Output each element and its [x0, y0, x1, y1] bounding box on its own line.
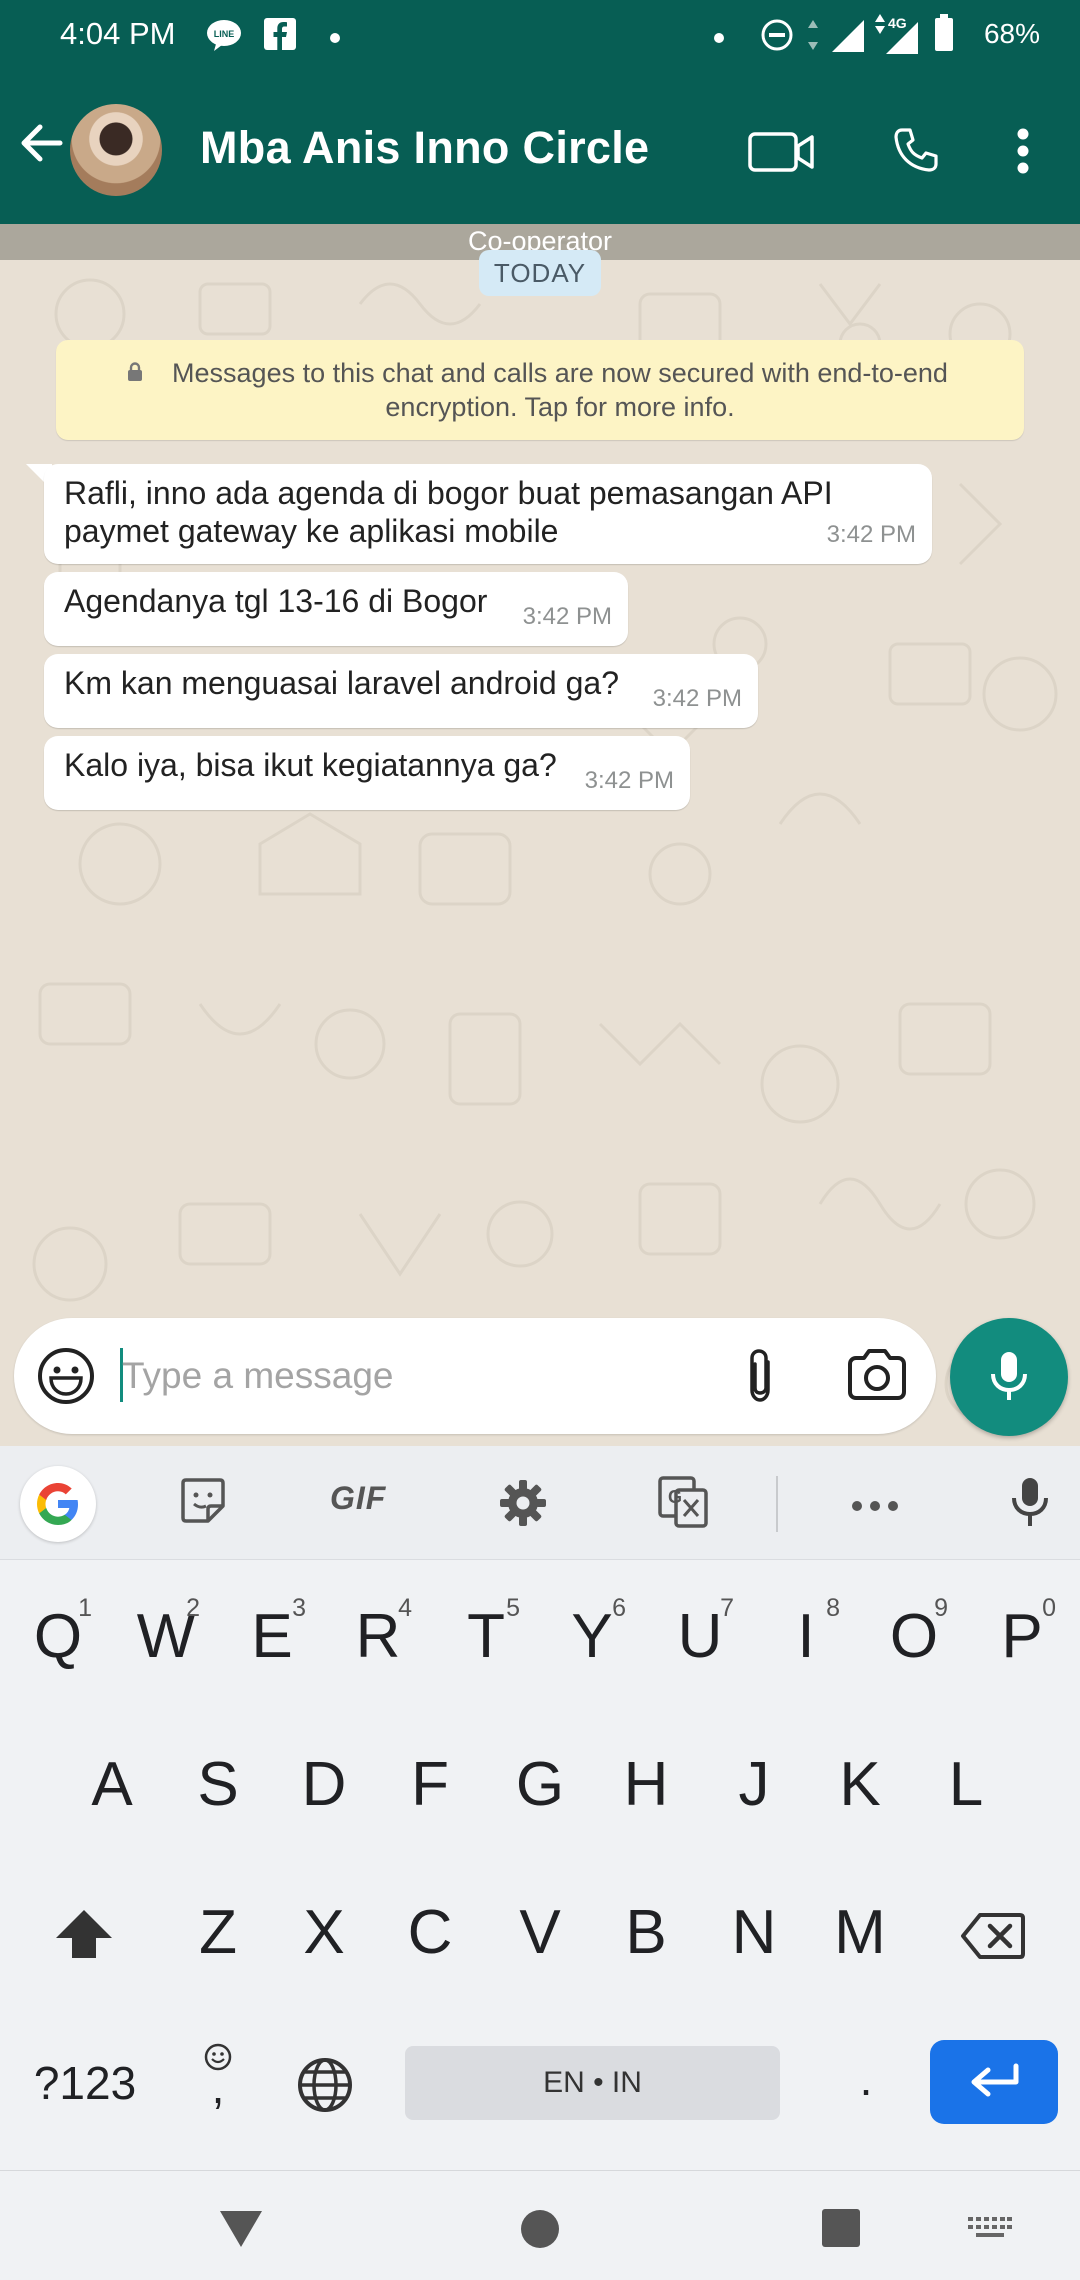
key-n[interactable]: N: [722, 1902, 786, 1964]
message-bubble[interactable]: Agendanya tgl 13-16 di Bogor 3:42 PM: [44, 572, 628, 646]
message-bubble[interactable]: Km kan menguasai laravel android ga? 3:4…: [44, 654, 758, 728]
key-h[interactable]: H: [614, 1754, 678, 1816]
signal-icon: [830, 18, 866, 59]
symbols-key[interactable]: ?123: [30, 2056, 140, 2110]
enter-key[interactable]: [930, 2040, 1058, 2124]
line-notification-icon: LINE: [206, 18, 242, 57]
keyboard-mic-icon[interactable]: [1010, 1476, 1050, 1535]
chat-header: Mba Anis Inno Circle: [0, 78, 1080, 224]
message-time: 3:42 PM: [652, 685, 742, 712]
key-j[interactable]: J: [722, 1754, 786, 1816]
key-c[interactable]: C: [398, 1902, 462, 1964]
signal-4g-icon: 4G: [868, 14, 922, 61]
key-v[interactable]: V: [508, 1902, 572, 1964]
toolbar-separator: [776, 1476, 778, 1532]
key-p[interactable]: P0: [990, 1594, 1056, 1668]
sticker-icon[interactable]: [180, 1476, 226, 1529]
key-d[interactable]: D: [292, 1754, 356, 1816]
message-text: Kalo iya, bisa ikut kegiatannya ga?: [64, 747, 557, 783]
notification-dot-icon: [714, 30, 724, 48]
contact-name[interactable]: Mba Anis Inno Circle: [200, 122, 649, 174]
enter-arrow-icon: [971, 2063, 1019, 2097]
key-g[interactable]: G: [508, 1754, 572, 1816]
comma-emoji-key[interactable]: ,: [196, 2042, 240, 2110]
message-input[interactable]: [122, 1340, 722, 1412]
settings-gear-icon[interactable]: [498, 1478, 548, 1533]
key-y[interactable]: Y6: [560, 1594, 626, 1668]
status-bar: 4:04 PM LINE 4G 68%: [0, 0, 1080, 78]
key-w[interactable]: W2: [134, 1594, 200, 1668]
key-o[interactable]: O9: [882, 1594, 948, 1668]
shift-key-icon[interactable]: [52, 1906, 116, 1967]
message-composer: [14, 1318, 936, 1434]
do-not-disturb-icon: [760, 18, 794, 57]
key-f[interactable]: F: [398, 1754, 462, 1816]
keyboard-toolbar: GIF G: [0, 1446, 1080, 1560]
keyboard: GIF G Q1 W2 E3 R4 T5 Y6 U7 I8 O9 P0 A S …: [0, 1446, 1080, 2170]
date-chip: TODAY: [479, 250, 601, 296]
spacebar[interactable]: EN • IN: [405, 2046, 780, 2120]
svg-text:G: G: [668, 1487, 682, 1507]
message-text: Km kan menguasai laravel android ga?: [64, 665, 619, 701]
key-m[interactable]: M: [828, 1902, 892, 1964]
message-bubble[interactable]: Kalo iya, bisa ikut kegiatannya ga? 3:42…: [44, 736, 690, 810]
video-call-icon[interactable]: [748, 130, 814, 179]
encryption-notice-text: Messages to this chat and calls are now …: [172, 358, 948, 422]
key-e[interactable]: E3: [240, 1594, 306, 1668]
key-i[interactable]: I8: [774, 1594, 840, 1668]
data-arrows-icon: [806, 18, 820, 57]
message-time: 3:42 PM: [522, 603, 612, 630]
key-x[interactable]: X: [292, 1902, 356, 1964]
key-z[interactable]: Z: [186, 1902, 250, 1964]
nav-back-icon[interactable]: [218, 2209, 264, 2254]
voice-message-button[interactable]: [950, 1318, 1068, 1436]
facebook-notification-icon: [264, 18, 296, 55]
lock-icon: [128, 362, 142, 381]
translate-icon[interactable]: G: [658, 1476, 708, 1533]
status-time: 4:04 PM: [60, 16, 176, 51]
key-r[interactable]: R4: [346, 1594, 412, 1668]
globe-language-icon[interactable]: [296, 2056, 354, 2119]
system-navigation-bar: [0, 2170, 1080, 2280]
more-options-icon[interactable]: [1016, 128, 1030, 179]
backspace-icon[interactable]: [960, 1912, 1026, 1965]
attachment-icon[interactable]: [742, 1346, 778, 1411]
nav-recents-icon[interactable]: [822, 2209, 860, 2252]
period-key[interactable]: .: [846, 2052, 886, 2106]
battery-icon: [934, 14, 954, 57]
voice-call-icon[interactable]: [892, 126, 940, 179]
battery-percentage: 68%: [983, 18, 1040, 49]
message-bubble[interactable]: Rafli, inno ada agenda di bogor buat pem…: [44, 464, 932, 564]
keyboard-switcher-icon[interactable]: [968, 2217, 1012, 2244]
camera-icon[interactable]: [846, 1348, 908, 1407]
notification-dot-icon: [330, 30, 340, 48]
message-text: Rafli, inno ada agenda di bogor buat pem…: [64, 475, 833, 511]
key-t[interactable]: T5: [454, 1594, 520, 1668]
key-s[interactable]: S: [186, 1754, 250, 1816]
more-ellipsis-icon[interactable]: [852, 1498, 898, 1516]
gif-button[interactable]: GIF: [330, 1480, 386, 1517]
message-time: 3:42 PM: [826, 521, 916, 548]
microphone-icon: [991, 1352, 1027, 1400]
nav-home-icon[interactable]: [520, 2209, 560, 2254]
key-u[interactable]: U7: [668, 1594, 734, 1668]
svg-text:4G: 4G: [888, 15, 907, 31]
key-k[interactable]: K: [828, 1754, 892, 1816]
key-q[interactable]: Q1: [26, 1594, 92, 1668]
chat-area[interactable]: Co-operator TODAY Messages to this chat …: [0, 224, 1080, 1446]
message-time: 3:42 PM: [584, 767, 674, 794]
google-logo-icon[interactable]: [20, 1466, 96, 1542]
emoji-icon[interactable]: [36, 1346, 96, 1411]
message-text: paymet gateway ke aplikasi mobile: [64, 513, 559, 549]
key-b[interactable]: B: [614, 1902, 678, 1964]
svg-text:LINE: LINE: [214, 29, 235, 39]
back-arrow-icon[interactable]: [18, 120, 64, 171]
avatar[interactable]: [70, 104, 162, 196]
key-l[interactable]: L: [934, 1754, 998, 1816]
key-a[interactable]: A: [80, 1754, 144, 1816]
encryption-notice[interactable]: Messages to this chat and calls are now …: [56, 340, 1024, 440]
